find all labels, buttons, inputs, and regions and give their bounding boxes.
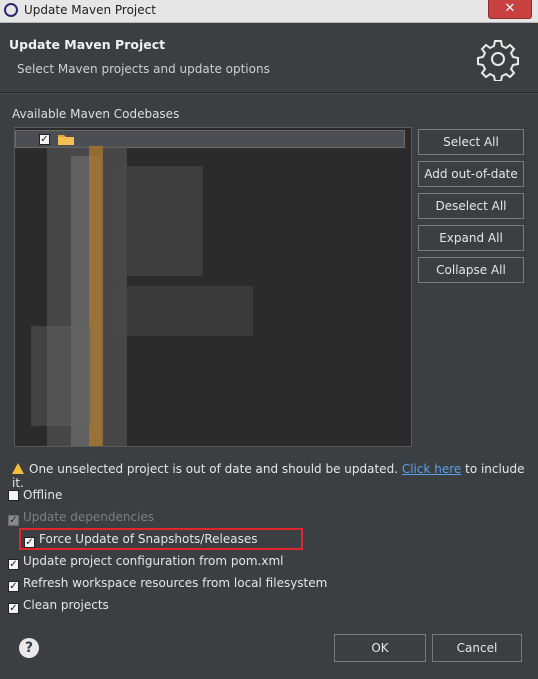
offline-option[interactable]: Offline [8, 487, 62, 503]
help-icon[interactable]: ? [19, 638, 39, 658]
clean-projects-checkbox[interactable]: ✓ [8, 603, 19, 614]
folder-icon [58, 135, 74, 145]
update-dependencies-label: Update dependencies [23, 510, 155, 524]
close-button[interactable]: ✕ [488, 0, 532, 19]
out-of-date-warning: One unselected project is out of date an… [12, 462, 538, 490]
warning-text: One unselected project is out of date an… [29, 462, 398, 476]
ok-button[interactable]: OK [334, 634, 426, 662]
update-dependencies-checkbox: ✓ [8, 515, 19, 526]
update-config-option[interactable]: ✓ Update project configuration from pom.x… [8, 553, 284, 570]
tree-row-checkbox[interactable]: ✓ [39, 134, 50, 145]
offline-label: Offline [23, 488, 63, 502]
click-here-link[interactable]: Click here [402, 462, 461, 476]
cancel-button[interactable]: Cancel [432, 634, 522, 662]
dialog-title: Update Maven Project [9, 37, 166, 52]
codebases-tree[interactable]: ✓ [14, 127, 412, 447]
dialog-header: Update Maven Project Select Maven projec… [0, 23, 538, 91]
window-title-bar: Update Maven Project ✕ [0, 0, 538, 23]
collapse-all-button[interactable]: Collapse All [418, 257, 524, 283]
offline-checkbox[interactable] [8, 490, 19, 501]
update-config-checkbox[interactable]: ✓ [8, 559, 19, 570]
update-dependencies-option: ✓ Update dependencies [8, 509, 155, 526]
clean-projects-option[interactable]: ✓ Clean projects [8, 597, 109, 614]
add-out-of-date-button[interactable]: Add out-of-date [418, 161, 524, 187]
warning-icon [12, 463, 24, 474]
refresh-workspace-label: Refresh workspace resources from local f… [23, 576, 328, 590]
force-update-highlight-box [19, 528, 303, 550]
refresh-workspace-option[interactable]: ✓ Refresh workspace resources from local … [8, 575, 328, 592]
dialog-subtitle: Select Maven projects and update options [17, 62, 270, 76]
clean-projects-label: Clean projects [23, 598, 109, 612]
update-config-label: Update project configuration from pom.xm… [23, 554, 284, 568]
gear-icon [477, 40, 519, 81]
deselect-all-button[interactable]: Deselect All [418, 193, 524, 219]
eclipse-icon [4, 3, 18, 17]
header-separator [0, 92, 538, 94]
refresh-workspace-checkbox[interactable]: ✓ [8, 581, 19, 592]
expand-all-button[interactable]: Expand All [418, 225, 524, 251]
codebases-label: Available Maven Codebases [12, 107, 180, 121]
select-all-button[interactable]: Select All [418, 129, 524, 155]
tree-content-pixelated [31, 146, 411, 446]
window-title: Update Maven Project [24, 3, 156, 17]
